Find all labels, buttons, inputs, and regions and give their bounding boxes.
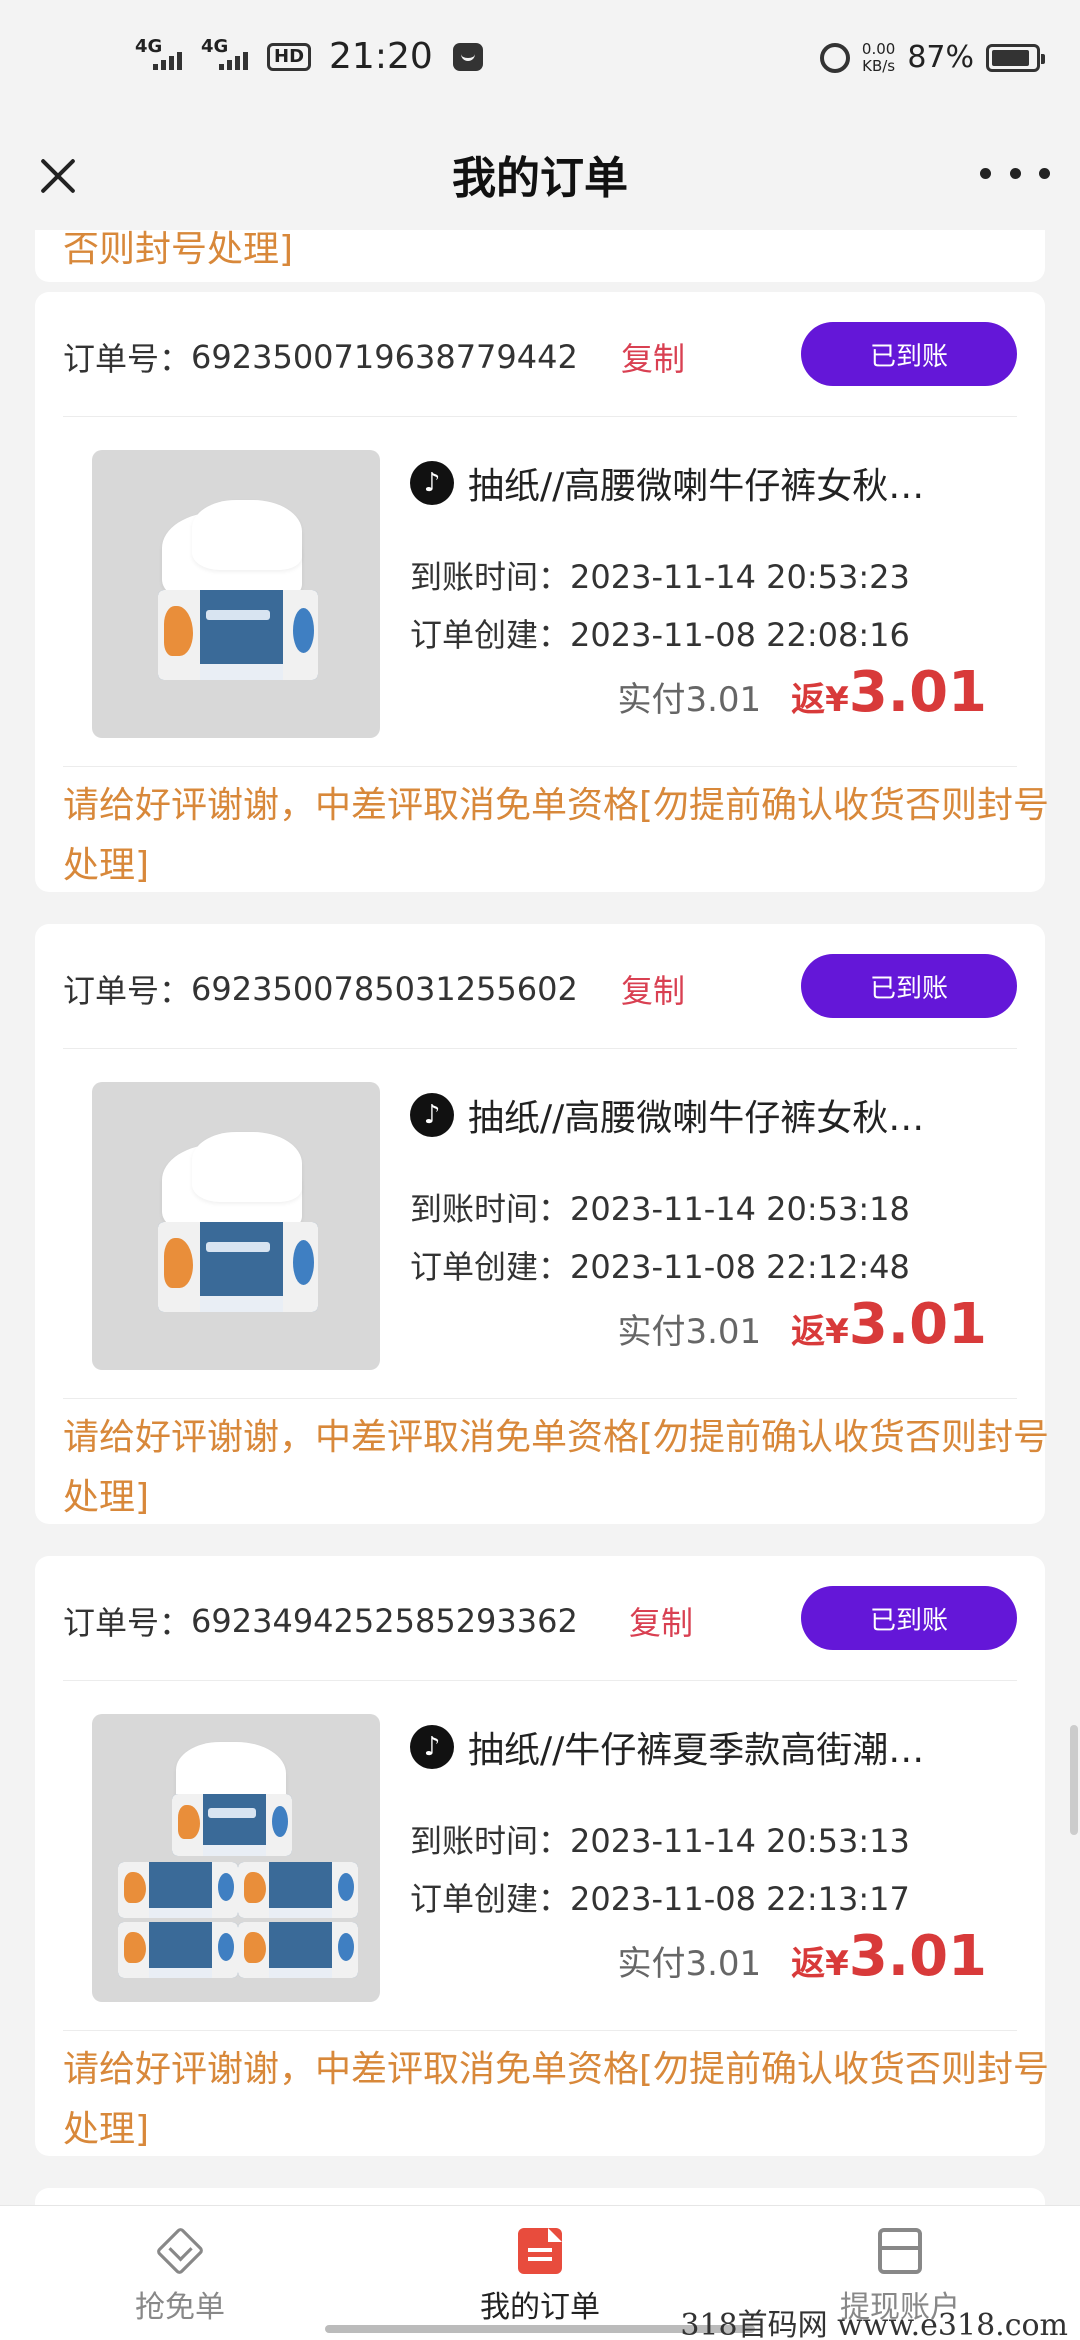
copy-button[interactable]: 复制 [621,334,685,380]
arrival-time-row: 到账时间：2023-11-14 20:53:18 [410,1190,910,1228]
status-bar: 4G 4G HD 21:20 0.00 KB/s 87% [0,0,1080,120]
product-image[interactable] [92,450,380,738]
rebate-prefix: 返¥ [791,1944,849,1984]
order-card-partial: 否则封号处理] [35,230,1045,282]
battery-icon [986,43,1045,72]
nav-label: 抢免单 [135,2290,225,2325]
status-badge[interactable]: 已到账 [801,954,1017,1018]
price-row: 实付3.01 返¥ 3.01 [617,1292,987,1357]
tiktok-icon: ♪ [410,1093,454,1137]
rebate-amount: 3.01 [848,660,987,725]
signal-icon: 4G [135,37,187,76]
product-title[interactable]: ♪ 抽纸//高腰微喇牛仔裤女秋… [410,1089,1000,1141]
product-title[interactable]: ♪ 抽纸//高腰微喇牛仔裤女秋… [410,457,1000,509]
message-icon [452,42,483,71]
wallet-icon [878,2228,922,2274]
paid-amount: 实付3.01 [617,1944,762,1984]
rebate-prefix: 返¥ [791,1312,849,1352]
order-card-next [35,2188,1045,2205]
order-card: 订单号： 6923500785031255602 复制 已到账 ♪ 抽纸//高腰… [35,924,1049,1524]
rebate-amount: 3.01 [848,1292,987,1357]
order-number: 6923500719638779442 [191,338,578,376]
divider [63,1398,1017,1399]
tiktok-icon: ♪ [410,461,454,505]
copy-button[interactable]: 复制 [621,966,685,1012]
product-image[interactable] [92,1714,380,2002]
order-number-row: 订单号： 6923500719638779442 [63,334,578,380]
price-row: 实付3.01 返¥ 3.01 [617,660,987,725]
document-icon [518,2228,562,2274]
order-number-label: 订单号： [63,340,192,378]
hd-icon: HD [267,42,312,71]
divider [63,2030,1017,2031]
status-right: 0.00 KB/s 87% [819,39,1045,75]
order-list[interactable]: 否则封号处理] 订单号： 6923500719638779442 复制 已到账 … [0,230,1080,2205]
rebate-prefix: 返¥ [791,680,849,720]
order-number: 6923500785031255602 [191,970,578,1008]
tiktok-icon: ♪ [410,1725,454,1769]
battery-percent: 87% [907,40,974,75]
copy-button[interactable]: 复制 [629,1598,693,1644]
divider [63,416,1017,417]
clock: 21:20 [329,36,433,77]
status-left: 4G 4G HD 21:20 [135,36,483,77]
divider [63,1680,1017,1681]
order-number: 6923494252585293362 [191,1602,578,1640]
product-image[interactable] [92,1082,380,1370]
scrollbar[interactable] [1070,1725,1078,1835]
order-notice: 否则封号处理] [63,230,294,270]
status-badge[interactable]: 已到账 [801,322,1017,386]
cube-icon [155,2226,205,2276]
paid-amount: 实付3.01 [617,1312,762,1352]
created-time-row: 订单创建：2023-11-08 22:08:16 [410,616,910,654]
order-notice: 请给好评谢谢，中差评取消免单资格[勿提前确认收货否则封号处理] [63,785,1050,886]
price-row: 实付3.01 返¥ 3.01 [617,1924,987,1989]
order-number-label: 订单号： [63,1604,192,1642]
created-time-row: 订单创建：2023-11-08 22:12:48 [410,1248,910,1286]
nav-item-my-orders[interactable]: 我的订单 [410,2228,670,2326]
rebate-amount: 3.01 [848,1924,987,1989]
alarm-icon [819,42,850,73]
order-notice: 请给好评谢谢，中差评取消免单资格[勿提前确认收货否则封号处理] [63,2049,1050,2150]
nav-label: 我的订单 [480,2290,600,2325]
order-card: 订单号： 6923500719638779442 复制 已到账 ♪ 抽纸//高腰… [35,292,1049,892]
watermark: 318首码网 www.e318.com [680,2308,1068,2340]
more-icon[interactable] [980,158,1050,188]
product-title[interactable]: ♪ 抽纸//牛仔裤夏季款高街潮… [410,1721,1000,1773]
order-notice: 请给好评谢谢，中差评取消免单资格[勿提前确认收货否则封号处理] [63,1417,1050,1518]
nav-item-grab-free[interactable]: 抢免单 [50,2226,310,2326]
order-number-label: 订单号： [63,972,192,1010]
created-time-row: 订单创建：2023-11-08 22:13:17 [410,1880,910,1918]
signal-icon-2: 4G [201,37,253,76]
network-speed: 0.00 KB/s [861,39,896,75]
arrival-time-row: 到账时间：2023-11-14 20:53:23 [410,558,910,596]
paid-amount: 实付3.01 [617,680,762,720]
arrival-time-row: 到账时间：2023-11-14 20:53:13 [410,1822,910,1860]
divider [63,1048,1017,1049]
status-badge[interactable]: 已到账 [801,1586,1017,1650]
page-title: 我的订单 [452,153,628,204]
order-number-row: 订单号： 6923500785031255602 [63,966,578,1012]
divider [63,766,1017,767]
order-number-row: 订单号： 6923494252585293362 [63,1598,578,1644]
order-card: 订单号： 6923494252585293362 复制 已到账 ♪ 抽纸//牛仔… [35,1556,1049,2156]
app-header: 我的订单 [0,120,1080,230]
